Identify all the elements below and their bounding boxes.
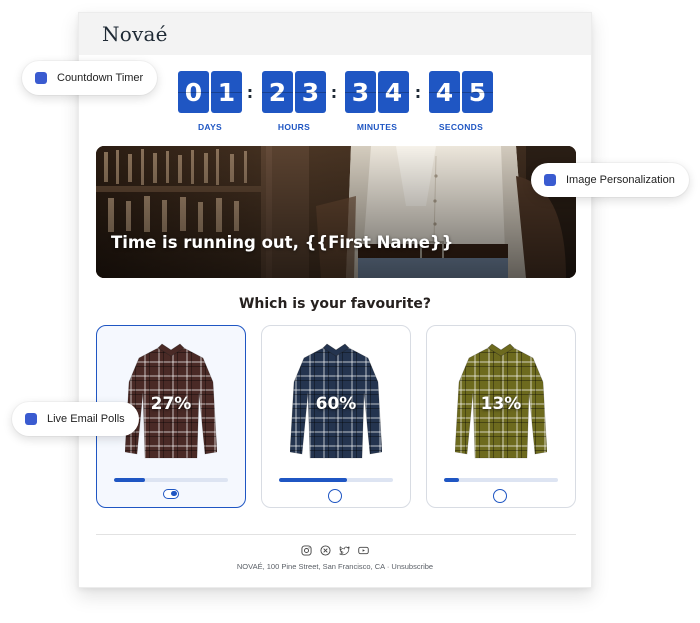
countdown-minutes: 3 4 MINUTES — [345, 71, 409, 132]
seconds-digit-1: 4 — [429, 71, 460, 113]
poll-option-2[interactable]: 60% — [261, 325, 411, 508]
poll-result-fill — [114, 478, 145, 482]
callout-marker — [544, 174, 556, 186]
poll-option-3[interactable]: 13% — [426, 325, 576, 508]
poll-result-bar — [444, 478, 558, 482]
footer-address: NOVAÉ, 100 Pine Street, San Francisco, C… — [236, 562, 434, 571]
poll-result-bar — [279, 478, 393, 482]
seconds-label: SECONDS — [438, 122, 484, 132]
image-personalization-callout: Image Personalization — [531, 163, 689, 197]
email-preview: Novaé 0 1 DAYS : 2 3 HOURS : 3 4 MINUTES… — [78, 12, 592, 588]
banner-image — [96, 146, 576, 278]
countdown-separator: : — [246, 83, 254, 102]
callout-label: Image Personalization — [566, 174, 675, 186]
stage: Novaé 0 1 DAYS : 2 3 HOURS : 3 4 MINUTES… — [0, 0, 700, 623]
instagram-icon[interactable] — [301, 545, 312, 556]
seconds-digit-2: 5 — [462, 71, 493, 113]
days-label: DAYS — [197, 122, 223, 132]
callout-label: Live Email Polls — [47, 413, 125, 425]
banner-headline: Time is running out, {{First Name}} — [111, 233, 454, 252]
twitter-icon[interactable] — [339, 545, 350, 556]
poll-result-bar — [114, 478, 228, 482]
callout-marker — [35, 72, 47, 84]
countdown-hours: 2 3 HOURS — [262, 71, 326, 132]
brand-logo: Novaé — [102, 22, 168, 46]
minutes-digit-1: 3 — [345, 71, 376, 113]
footer-divider — [96, 534, 576, 535]
poll-percentage: 60% — [315, 394, 357, 414]
countdown-seconds: 4 5 SECONDS — [429, 71, 493, 132]
x-icon[interactable] — [320, 545, 331, 556]
countdown-separator: : — [330, 83, 338, 102]
minutes-label: MINUTES — [356, 122, 398, 132]
callout-label: Countdown Timer — [57, 72, 144, 84]
poll-result-fill — [279, 478, 348, 482]
hours-digit-2: 3 — [295, 71, 326, 113]
hours-label: HOURS — [277, 122, 311, 132]
countdown-timer-callout: Countdown Timer — [22, 61, 158, 95]
hours-digit-1: 2 — [262, 71, 293, 113]
poll-question: Which is your favourite? — [238, 296, 432, 312]
minutes-digit-2: 4 — [378, 71, 409, 113]
poll-result-fill — [444, 478, 459, 482]
poll-radio-button[interactable] — [328, 489, 342, 503]
hero-banner[interactable]: Time is running out, {{First Name}} — [96, 146, 576, 278]
poll-selected-toggle[interactable] — [163, 489, 179, 499]
days-digit-1: 0 — [178, 71, 209, 113]
countdown-separator: : — [414, 83, 422, 102]
callout-marker — [25, 413, 37, 425]
live-email-polls-callout: Live Email Polls — [12, 402, 139, 436]
poll-percentage: 13% — [480, 394, 522, 414]
youtube-icon[interactable] — [358, 545, 369, 556]
countdown-days: 0 1 DAYS — [178, 71, 242, 132]
days-digit-2: 1 — [211, 71, 242, 113]
social-links — [79, 545, 591, 556]
email-header: Novaé — [79, 13, 591, 55]
poll-radio-button[interactable] — [493, 489, 507, 503]
